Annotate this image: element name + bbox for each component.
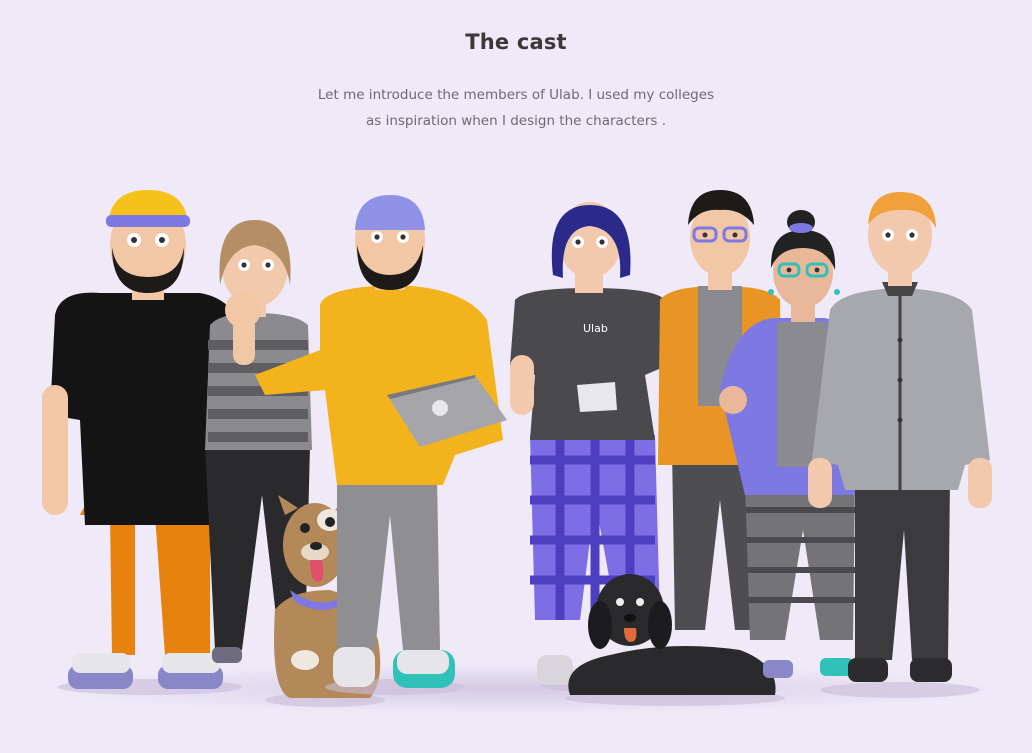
character-gray-shirt-redhead-man [808,192,992,698]
character-yellow-hoodie-man [225,195,507,695]
ulab-shirt-print: Ulab [583,322,608,335]
cast-illustration: Ulab [0,0,1032,753]
